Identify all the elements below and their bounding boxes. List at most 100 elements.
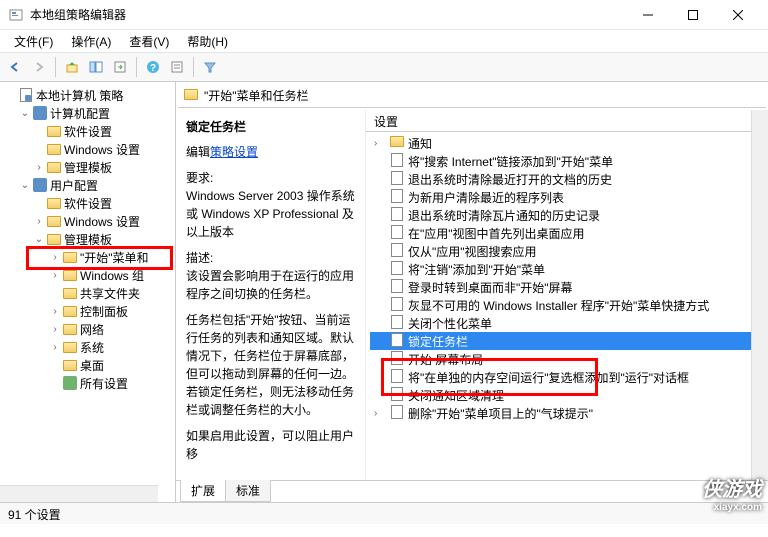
list-item[interactable]: 锁定任务栏 [370, 332, 764, 350]
menu-view[interactable]: 查看(V) [121, 31, 177, 52]
tree-root[interactable]: 本地计算机 策略 [2, 86, 173, 104]
list-item-label: 关闭通知区域清理 [408, 387, 504, 404]
tree-admin-templates[interactable]: ⌄管理模板 [2, 230, 173, 248]
setting-icon [390, 297, 404, 314]
setting-icon [390, 333, 404, 350]
menu-help[interactable]: 帮助(H) [179, 31, 236, 52]
folder-icon [63, 342, 77, 353]
tab-extended[interactable]: 扩展 [180, 480, 226, 502]
tree-item[interactable]: 软件设置 [2, 194, 173, 212]
folder-icon [47, 126, 61, 137]
tree-user-config[interactable]: ⌄用户配置 [2, 176, 173, 194]
filter-button[interactable] [199, 56, 221, 78]
properties-button[interactable] [166, 56, 188, 78]
folder-icon [390, 136, 404, 150]
list-item[interactable]: 在"应用"视图中首先列出桌面应用 [370, 224, 764, 242]
setting-icon [390, 243, 404, 260]
help-button[interactable]: ? [142, 56, 164, 78]
tree-pane[interactable]: 本地计算机 策略 ⌄计算机配置 软件设置 Windows 设置 ›管理模板 ⌄用… [0, 82, 176, 502]
tree-item[interactable]: 共享文件夹 [2, 284, 173, 302]
list-scrollbar-v[interactable] [751, 110, 768, 480]
setting-icon [390, 369, 404, 386]
up-button[interactable] [61, 56, 83, 78]
list-item-label: 将"在单独的内存空间运行"复选框添加到"运行"对话框 [408, 369, 689, 386]
list-item[interactable]: ›删除"开始"菜单项目上的"气球提示" [370, 404, 764, 422]
setting-title: 锁定任务栏 [186, 118, 355, 135]
tree-item[interactable]: ›控制面板 [2, 302, 173, 320]
tree-item[interactable]: 桌面 [2, 356, 173, 374]
tree-item[interactable]: ›网络 [2, 320, 173, 338]
folder-icon [63, 270, 77, 281]
folder-icon [47, 144, 61, 155]
setting-icon [390, 351, 404, 368]
tree-scrollbar-h[interactable] [0, 485, 158, 502]
edit-policy-link[interactable]: 策略设置 [210, 145, 258, 159]
minimize-button[interactable] [625, 0, 670, 29]
list-item[interactable]: ›通知 [370, 134, 764, 152]
list-item[interactable]: 关闭通知区域清理 [370, 386, 764, 404]
list-item-label: 锁定任务栏 [408, 333, 468, 350]
list-item-label: 删除"开始"菜单项目上的"气球提示" [408, 405, 593, 422]
computer-icon [33, 106, 47, 120]
setting-icon [390, 315, 404, 332]
user-icon [33, 178, 47, 192]
show-hide-tree-button[interactable] [85, 56, 107, 78]
forward-button[interactable] [28, 56, 50, 78]
list-item[interactable]: 登录时转到桌面而非"开始"屏幕 [370, 278, 764, 296]
folder-icon [63, 324, 77, 335]
tree-computer-config[interactable]: ⌄计算机配置 [2, 104, 173, 122]
list-header-col[interactable]: 设置 [366, 110, 768, 132]
setting-icon [390, 405, 404, 422]
settings-icon [63, 376, 77, 390]
view-tabs: 扩展 标准 [176, 480, 768, 502]
tree-item[interactable]: ›系统 [2, 338, 173, 356]
policy-icon [19, 88, 33, 102]
folder-icon [47, 234, 61, 245]
list-item[interactable]: 开始 屏幕布局 [370, 350, 764, 368]
window-titlebar: 本地组策略编辑器 [0, 0, 768, 30]
tree-item[interactable]: ›管理模板 [2, 158, 173, 176]
folder-icon [47, 198, 61, 209]
setting-icon [390, 261, 404, 278]
tree-start-menu[interactable]: ›"开始"菜单和 [2, 248, 173, 266]
export-button[interactable] [109, 56, 131, 78]
list-item-label: 仅从"应用"视图搜索应用 [408, 243, 537, 260]
window-title: 本地组策略编辑器 [30, 6, 625, 23]
tree-item[interactable]: 软件设置 [2, 122, 173, 140]
folder-icon [63, 360, 77, 371]
list-item-label: 为新用户清除最近的程序列表 [408, 189, 564, 206]
tree-item[interactable]: ›Windows 设置 [2, 212, 173, 230]
close-button[interactable] [715, 0, 760, 29]
list-item[interactable]: 关闭个性化菜单 [370, 314, 764, 332]
setting-icon [390, 225, 404, 242]
list-item-label: 将"搜索 Internet"链接添加到"开始"菜单 [408, 153, 613, 170]
list-item[interactable]: 退出系统时清除最近打开的文档的历史 [370, 170, 764, 188]
maximize-button[interactable] [670, 0, 715, 29]
list-item[interactable]: 灰显不可用的 Windows Installer 程序"开始"菜单快捷方式 [370, 296, 764, 314]
description-pane: 锁定任务栏 编辑策略设置 要求:Windows Server 2003 操作系统… [176, 110, 366, 480]
app-icon [8, 7, 24, 23]
tree-item[interactable]: Windows 设置 [2, 140, 173, 158]
menu-action[interactable]: 操作(A) [63, 31, 119, 52]
menubar: 文件(F) 操作(A) 查看(V) 帮助(H) [0, 30, 768, 52]
back-button[interactable] [4, 56, 26, 78]
folder-icon [47, 162, 61, 173]
tab-standard[interactable]: 标准 [225, 480, 271, 502]
list-item[interactable]: 将"搜索 Internet"链接添加到"开始"菜单 [370, 152, 764, 170]
tree-item[interactable]: ›Windows 组 [2, 266, 173, 284]
menu-file[interactable]: 文件(F) [6, 31, 61, 52]
folder-icon [63, 288, 77, 299]
list-item[interactable]: 仅从"应用"视图搜索应用 [370, 242, 764, 260]
list-item[interactable]: 退出系统时清除瓦片通知的历史记录 [370, 206, 764, 224]
list-item-label: 退出系统时清除瓦片通知的历史记录 [408, 207, 600, 224]
path-bar: "开始"菜单和任务栏 [178, 84, 766, 108]
settings-list[interactable]: 设置 ›通知将"搜索 Internet"链接添加到"开始"菜单退出系统时清除最近… [366, 110, 768, 480]
list-item[interactable]: 将"在单独的内存空间运行"复选框添加到"运行"对话框 [370, 368, 764, 386]
path-label: "开始"菜单和任务栏 [204, 87, 309, 104]
tree-item[interactable]: 所有设置 [2, 374, 173, 392]
watermark: 侠游戏 xiayx.com [702, 473, 762, 513]
list-item-label: 开始 屏幕布局 [408, 351, 483, 368]
list-item[interactable]: 为新用户清除最近的程序列表 [370, 188, 764, 206]
list-item-label: 退出系统时清除最近打开的文档的历史 [408, 171, 612, 188]
list-item[interactable]: 将"注销"添加到"开始"菜单 [370, 260, 764, 278]
